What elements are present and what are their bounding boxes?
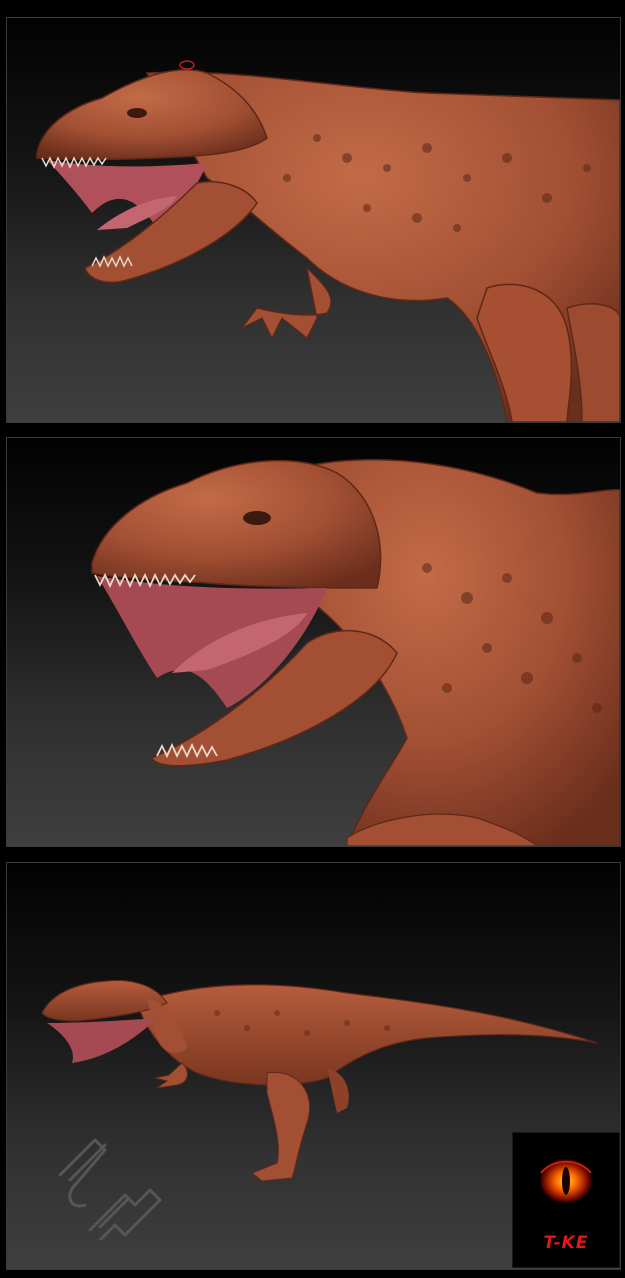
signature-watermark (58, 1138, 162, 1240)
head-closeup-panel (6, 437, 621, 847)
closeup-profile-render (36, 60, 620, 422)
brand-logo: T-KE (512, 1132, 620, 1268)
closeup-profile-panel (6, 17, 621, 423)
logo-text: T-KE (543, 1233, 589, 1253)
head-closeup-render (91, 459, 620, 846)
dragon-eye-icon (540, 1159, 592, 1203)
